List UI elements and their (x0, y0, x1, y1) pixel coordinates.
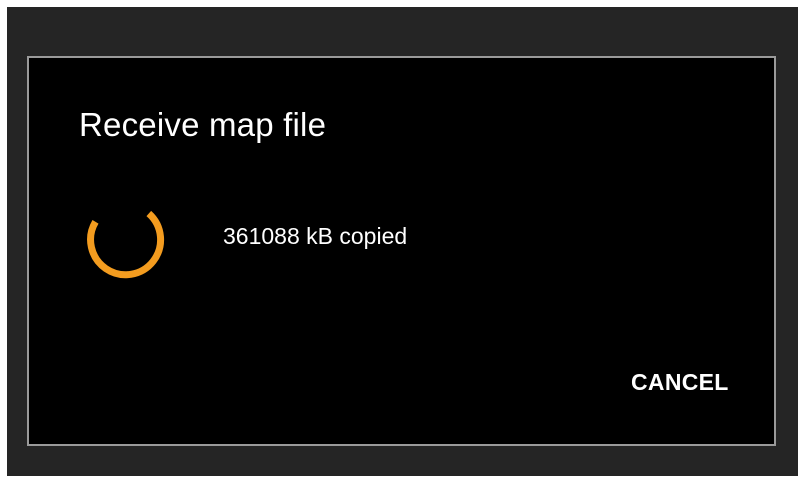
dialog-title: Receive map file (79, 106, 327, 143)
screen-backdrop: Receive map file 361088 kB copied CANCEL (7, 7, 798, 476)
spinner-icon (87, 210, 165, 279)
cancel-button[interactable]: CANCEL (623, 363, 737, 402)
receive-map-dialog: Receive map file 361088 kB copied CANCEL (27, 56, 776, 446)
progress-status: 361088 kB copied (223, 223, 408, 249)
